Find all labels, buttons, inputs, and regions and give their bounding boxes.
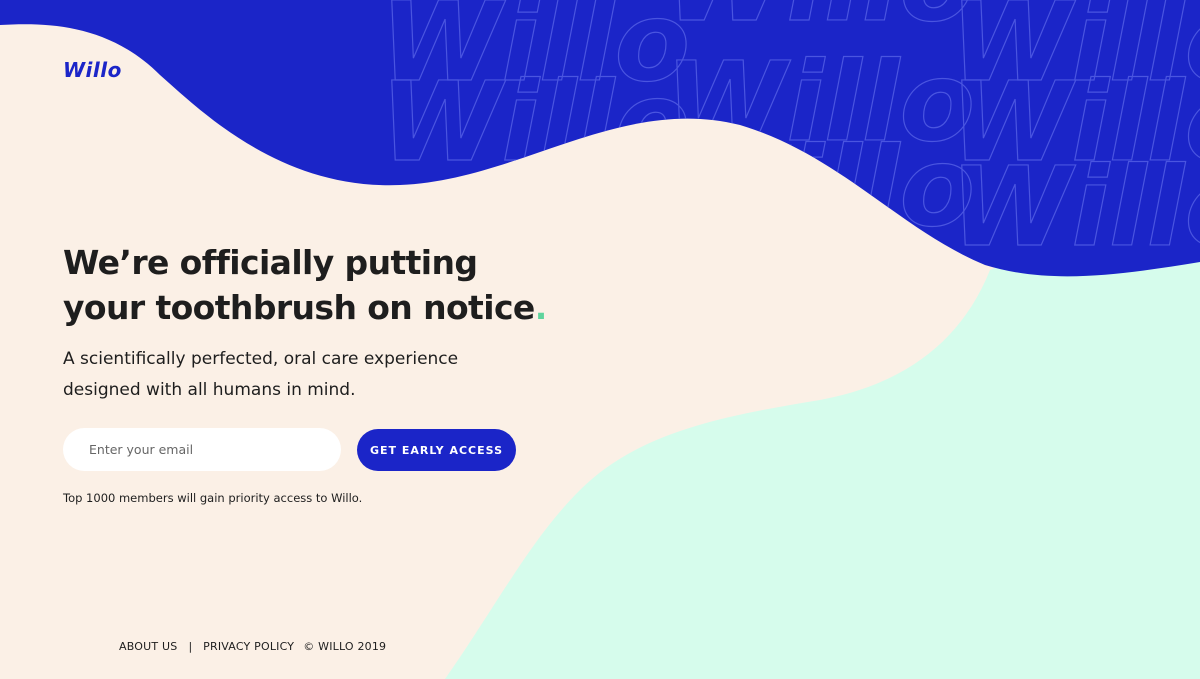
subhead-line-1: A scientifically perfected, oral care ex… xyxy=(63,349,459,369)
willo-logo[interactable]: Willo xyxy=(63,58,122,82)
footer: ABOUT US | PRIVACY POLICY © WILLO 2019 xyxy=(119,640,386,653)
headline-line-2: your toothbrush on notice xyxy=(63,288,535,327)
headline-line-1: We’re officially putting xyxy=(63,243,478,282)
hero-subheading: A scientifically perfected, oral care ex… xyxy=(63,344,483,406)
footer-privacy-link[interactable]: PRIVACY POLICY xyxy=(203,640,294,653)
watermark-logo-text: Willo xyxy=(950,143,1200,271)
hero-headline: We’re officially putting your toothbrush… xyxy=(63,240,583,330)
footer-separator: | xyxy=(188,640,193,653)
priority-access-note: Top 1000 members will gain priority acce… xyxy=(63,491,363,505)
background-shapes: Willo Willo Willo Willo Willo Willo Will… xyxy=(0,0,1200,679)
watermark-pattern: Willo Willo Willo Willo Willo Willo Will… xyxy=(379,0,1200,272)
footer-copyright: © WILLO 2019 xyxy=(303,640,387,653)
subhead-line-2: designed with all humans in mind. xyxy=(63,380,356,400)
email-input[interactable] xyxy=(63,428,341,471)
footer-about-link[interactable]: ABOUT US xyxy=(119,640,177,653)
get-early-access-button[interactable]: GET EARLY ACCESS xyxy=(357,429,516,471)
headline-accent-dot: . xyxy=(534,288,548,327)
landing-page: Willo Willo Willo Willo Willo Willo Will… xyxy=(0,0,1200,679)
watermark-logo-text: Willo xyxy=(380,58,690,186)
watermark-logo-text: Willo xyxy=(665,123,975,251)
